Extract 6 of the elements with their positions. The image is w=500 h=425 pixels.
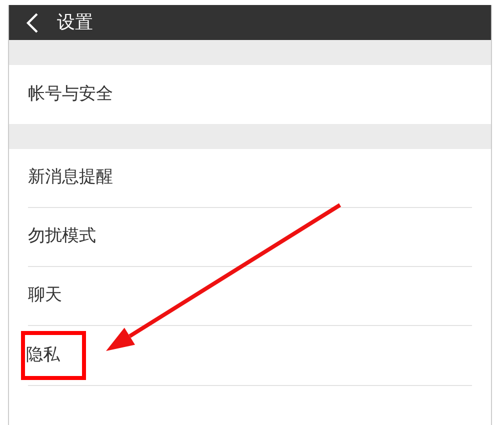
- item-label: 帐号与安全: [28, 82, 113, 106]
- window-title: 设置: [57, 11, 93, 35]
- back-icon[interactable]: [25, 12, 41, 34]
- item-label: 勿扰模式: [28, 225, 96, 248]
- item-label: 聊天: [28, 284, 62, 308]
- item-label: 新消息提醒: [28, 166, 113, 190]
